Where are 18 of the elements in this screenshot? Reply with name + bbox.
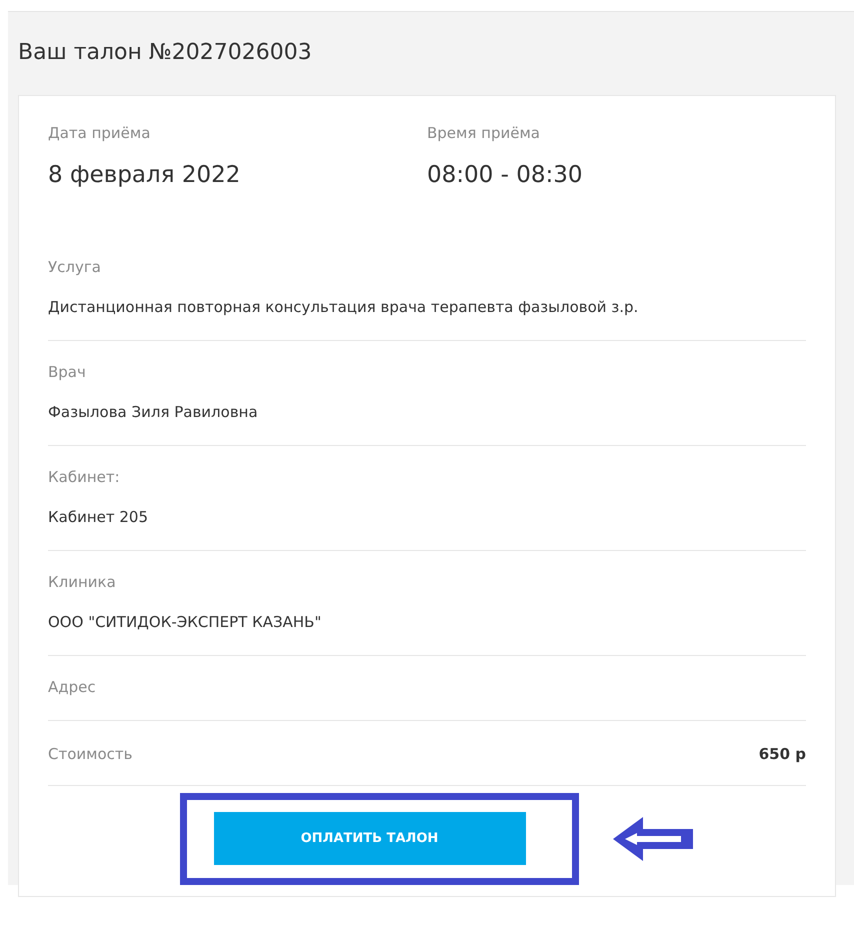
field-label: Клиника xyxy=(48,573,117,591)
field-label: Дата приёма xyxy=(48,124,152,142)
field-label: Время приёма xyxy=(427,124,541,142)
field-label: Адрес xyxy=(48,678,97,696)
field-label: Услуга xyxy=(48,258,102,276)
ticket-title: Ваш талон №2027026003 xyxy=(18,40,313,65)
field-label: Кабинет: xyxy=(48,468,121,486)
field-value: ООО "СИТИДОК-ЭКСПЕРТ КАЗАНЬ" xyxy=(48,613,322,631)
field-label: Врач xyxy=(48,363,87,381)
field-value: Фазылова Зиля Равиловна xyxy=(48,403,259,421)
pay-button[interactable]: ОПЛАТИТЬ ТАЛОН xyxy=(214,812,526,865)
field-value: 08:00 - 08:30 xyxy=(427,162,584,188)
arrow-icon xyxy=(610,814,694,864)
field-label: Стоимость xyxy=(48,745,132,763)
field-value: Дистанционная повторная консультация врача терапевта фазыловой з.р. xyxy=(48,298,640,316)
field-value: 8 февраля 2022 xyxy=(48,162,242,188)
price-value: 650 р xyxy=(758,745,806,763)
field-value: Кабинет 205 xyxy=(48,508,150,526)
